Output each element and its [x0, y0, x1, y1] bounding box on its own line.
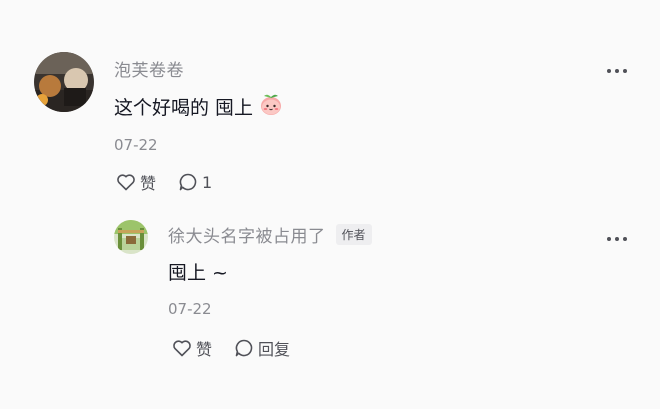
- peach-face-emoji-icon: [259, 92, 283, 121]
- comment-actions: 赞 1: [116, 170, 212, 194]
- reply-author-name[interactable]: 徐大头名字被占用了: [168, 222, 326, 247]
- comment-bubble-icon: [234, 338, 254, 358]
- reply-count: 1: [202, 172, 213, 192]
- reply-avatar[interactable]: [114, 220, 148, 254]
- more-dots-icon: [605, 61, 629, 80]
- reply-header: 徐大头名字被占用了 作者: [168, 222, 372, 247]
- like-label: 赞: [196, 340, 213, 359]
- comment-author-name[interactable]: 泡芙卷卷: [114, 56, 184, 81]
- more-options-button[interactable]: [605, 61, 629, 73]
- heart-icon: [116, 173, 136, 191]
- comment-thread: 泡芙卷卷 这个好喝的 囤上 07-22 赞 1 徐大头名字被占用了 作者 囤上 …: [0, 0, 660, 409]
- reply-text: 囤上 ~: [168, 262, 228, 284]
- reply-actions: 赞 回复: [172, 336, 290, 360]
- reply-date: 07-22: [168, 300, 212, 318]
- like-button[interactable]: 赞: [116, 170, 156, 194]
- reply-count-button[interactable]: 1: [178, 172, 212, 192]
- comment-bubble-icon: [178, 172, 198, 192]
- more-options-button[interactable]: [605, 229, 629, 241]
- avatar[interactable]: [34, 52, 94, 112]
- like-label: 赞: [140, 174, 157, 193]
- comment-text: 这个好喝的 囤上: [114, 92, 283, 121]
- comment-text-content: 这个好喝的 囤上: [114, 97, 254, 119]
- like-button[interactable]: 赞: [172, 336, 212, 360]
- more-dots-icon: [605, 229, 629, 248]
- author-badge: 作者: [335, 224, 372, 245]
- comment-date: 07-22: [114, 136, 158, 154]
- heart-icon: [172, 339, 192, 357]
- reply-button[interactable]: 回复: [234, 336, 290, 360]
- reply-label: 回复: [258, 340, 291, 359]
